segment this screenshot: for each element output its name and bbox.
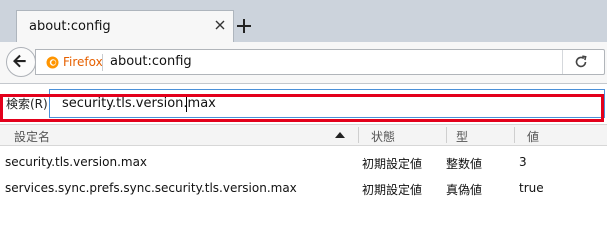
column-header-status[interactable]: 状態 <box>371 128 395 145</box>
url-bar[interactable]: Firefox about:config <box>35 49 605 75</box>
pref-value: true <box>519 181 544 195</box>
pref-name: services.sync.prefs.sync.security.tls.ve… <box>5 181 297 195</box>
firefox-logo-icon <box>46 56 59 69</box>
reload-icon[interactable] <box>574 55 588 69</box>
table-row[interactable]: services.sync.prefs.sync.security.tls.ve… <box>0 176 607 200</box>
highlight-box <box>0 94 604 122</box>
navigation-bar: Firefox about:config <box>0 42 607 84</box>
url-text[interactable]: about:config <box>110 54 192 69</box>
pref-name: security.tls.version.max <box>5 155 148 169</box>
column-header-value[interactable]: 値 <box>527 128 539 145</box>
column-header-type[interactable]: 型 <box>456 128 468 145</box>
sort-ascending-icon <box>335 132 345 138</box>
column-divider[interactable] <box>446 127 447 143</box>
table-header: 設定名 状態 型 値 <box>0 124 607 146</box>
new-tab-icon[interactable] <box>232 14 256 38</box>
firefox-window: about:config Firefox about:config 検索(R):… <box>0 0 607 205</box>
tab-about-config[interactable]: about:config <box>16 10 234 43</box>
url-divider <box>102 54 103 71</box>
column-header-name[interactable]: 設定名 <box>14 128 50 145</box>
pref-status: 初期設定値 <box>362 157 423 171</box>
table-row[interactable]: security.tls.version.max 初期設定値 整数値 3 <box>0 150 607 174</box>
pref-type: 整数値 <box>446 157 483 171</box>
reload-divider <box>562 50 563 74</box>
tab-title: about:config <box>29 19 111 34</box>
column-divider[interactable] <box>514 127 515 143</box>
back-arrow-icon <box>13 54 26 68</box>
pref-value: 3 <box>519 155 527 169</box>
pref-type: 真偽値 <box>446 183 483 197</box>
back-button[interactable] <box>6 47 36 77</box>
column-divider[interactable] <box>358 127 359 143</box>
close-icon[interactable] <box>213 18 227 32</box>
tab-strip: about:config <box>0 0 607 43</box>
pref-status: 初期設定値 <box>362 183 423 197</box>
identity-label: Firefox <box>63 55 103 69</box>
